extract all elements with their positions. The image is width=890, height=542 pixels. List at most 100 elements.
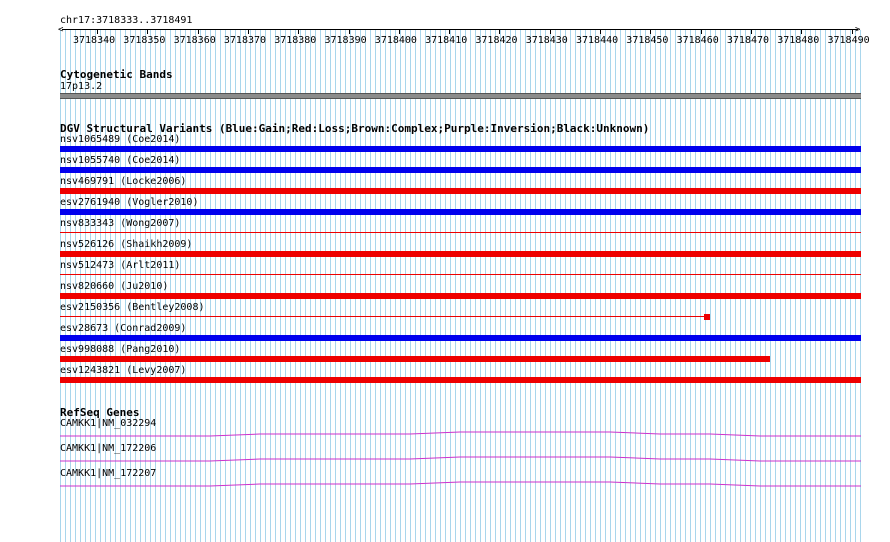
- dgv-variant-bar[interactable]: [60, 167, 861, 173]
- grid-line: [510, 30, 511, 542]
- grid-line: [350, 30, 351, 542]
- grid-line: [775, 30, 776, 542]
- dgv-variant-bar[interactable]: [60, 293, 861, 299]
- grid-line: [650, 30, 651, 542]
- grid-line: [560, 30, 561, 542]
- grid-line: [730, 30, 731, 542]
- grid-line: [825, 30, 826, 542]
- grid-line: [205, 30, 206, 542]
- refseq-gene-label[interactable]: CAMKK1|NM_172207: [60, 468, 156, 480]
- ruler-tick-label: 3718460: [676, 35, 719, 46]
- dgv-variant-block[interactable]: [704, 314, 710, 320]
- grid-line: [805, 30, 806, 542]
- grid-line: [850, 30, 851, 542]
- grid-line: [535, 30, 536, 542]
- grid-line: [610, 30, 611, 542]
- dgv-variant-bar[interactable]: [60, 188, 861, 194]
- cytoband-track-title[interactable]: Cytogenetic Bands: [60, 68, 173, 81]
- ruler-tick: [700, 29, 702, 34]
- grid-line: [800, 30, 801, 542]
- dgv-variant-bar[interactable]: [60, 146, 861, 152]
- grid-line: [760, 30, 761, 542]
- ruler-tick: [449, 29, 451, 34]
- ruler-tick: [197, 29, 199, 34]
- dgv-variant-label[interactable]: nsv526126 (Shaikh2009): [60, 239, 192, 251]
- ruler-tick-label: 3718450: [626, 35, 669, 46]
- ruler-tick-label: 3718480: [777, 35, 820, 46]
- ruler-tick: [801, 29, 803, 34]
- grid-line: [635, 30, 636, 542]
- refseq-gene-label[interactable]: CAMKK1|NM_172206: [60, 443, 156, 455]
- dgv-variant-label[interactable]: esv2761940 (Vogler2010): [60, 197, 198, 209]
- grid-line: [785, 30, 786, 542]
- grid-line: [620, 30, 621, 542]
- grid-line: [605, 30, 606, 542]
- grid-line: [645, 30, 646, 542]
- grid-line: [195, 30, 196, 542]
- dgv-variant-bar[interactable]: [60, 232, 861, 233]
- ruler-position-label: chr17:3718333..3718491: [60, 15, 193, 26]
- grid-line: [275, 30, 276, 542]
- dgv-variant-bar[interactable]: [60, 316, 706, 317]
- grid-line: [255, 30, 256, 542]
- refseq-gene-label[interactable]: CAMKK1|NM_032294: [60, 418, 156, 430]
- dgv-variant-bar[interactable]: [60, 274, 861, 275]
- ruler-tick-label: 3718410: [425, 35, 468, 46]
- dgv-variant-label[interactable]: esv1243821 (Levy2007): [60, 365, 186, 377]
- grid-line: [395, 30, 396, 542]
- dgv-variant-label[interactable]: esv2150356 (Bentley2008): [60, 302, 205, 314]
- ruler-tick: [750, 29, 752, 34]
- dgv-variant-label[interactable]: nsv469791 (Locke2006): [60, 176, 186, 188]
- grid-line: [615, 30, 616, 542]
- grid-line: [740, 30, 741, 542]
- grid-line: [330, 30, 331, 542]
- refseq-gene-line[interactable]: [0, 481, 890, 489]
- grid-line: [245, 30, 246, 542]
- grid-line: [465, 30, 466, 542]
- dgv-variant-bar[interactable]: [60, 335, 861, 341]
- dgv-variant-label[interactable]: nsv833343 (Wong2007): [60, 218, 180, 230]
- grid-line: [295, 30, 296, 542]
- dgv-variant-label[interactable]: nsv1055740 (Coe2014): [60, 155, 180, 167]
- ruler-tick-label: 3718440: [576, 35, 619, 46]
- grid-line: [550, 30, 551, 542]
- refseq-gene-line[interactable]: [0, 431, 890, 439]
- dgv-variant-bar[interactable]: [60, 209, 861, 215]
- grid-line: [455, 30, 456, 542]
- grid-line: [475, 30, 476, 542]
- grid-line: [495, 30, 496, 542]
- ruler-tick-label: 3718350: [123, 35, 166, 46]
- dgv-variant-bar[interactable]: [60, 377, 861, 383]
- refseq-gene-line[interactable]: [0, 456, 890, 464]
- ruler-tick: [650, 29, 652, 34]
- grid-line: [360, 30, 361, 542]
- dgv-variant-bar[interactable]: [60, 251, 861, 257]
- cytoband-bar[interactable]: [60, 93, 861, 99]
- dgv-variant-label[interactable]: esv28673 (Conrad2009): [60, 323, 186, 335]
- dgv-variant-label[interactable]: nsv1065489 (Coe2014): [60, 134, 180, 146]
- grid-line: [300, 30, 301, 542]
- grid-line: [405, 30, 406, 542]
- grid-line: [595, 30, 596, 542]
- grid-line: [230, 30, 231, 542]
- grid-line: [755, 30, 756, 542]
- grid-line: [715, 30, 716, 542]
- grid-line: [420, 30, 421, 542]
- ruler-tick: [147, 29, 149, 34]
- grid-line: [410, 30, 411, 542]
- grid-line: [665, 30, 666, 542]
- dgv-variant-bar[interactable]: [60, 356, 770, 362]
- ruler-tick-label: 3718360: [173, 35, 216, 46]
- ruler-tick: [398, 29, 400, 34]
- grid-line: [220, 30, 221, 542]
- grid-line: [260, 30, 261, 542]
- dgv-variant-label[interactable]: nsv820660 (Ju2010): [60, 281, 168, 293]
- dgv-variant-label[interactable]: nsv512473 (Arlt2011): [60, 260, 180, 272]
- grid-line: [710, 30, 711, 542]
- ruler-tick: [298, 29, 300, 34]
- grid-line: [210, 30, 211, 542]
- dgv-variant-label[interactable]: esv998088 (Pang2010): [60, 344, 180, 356]
- ruler-axis-line: [62, 29, 858, 30]
- grid-line: [400, 30, 401, 542]
- grid-line: [270, 30, 271, 542]
